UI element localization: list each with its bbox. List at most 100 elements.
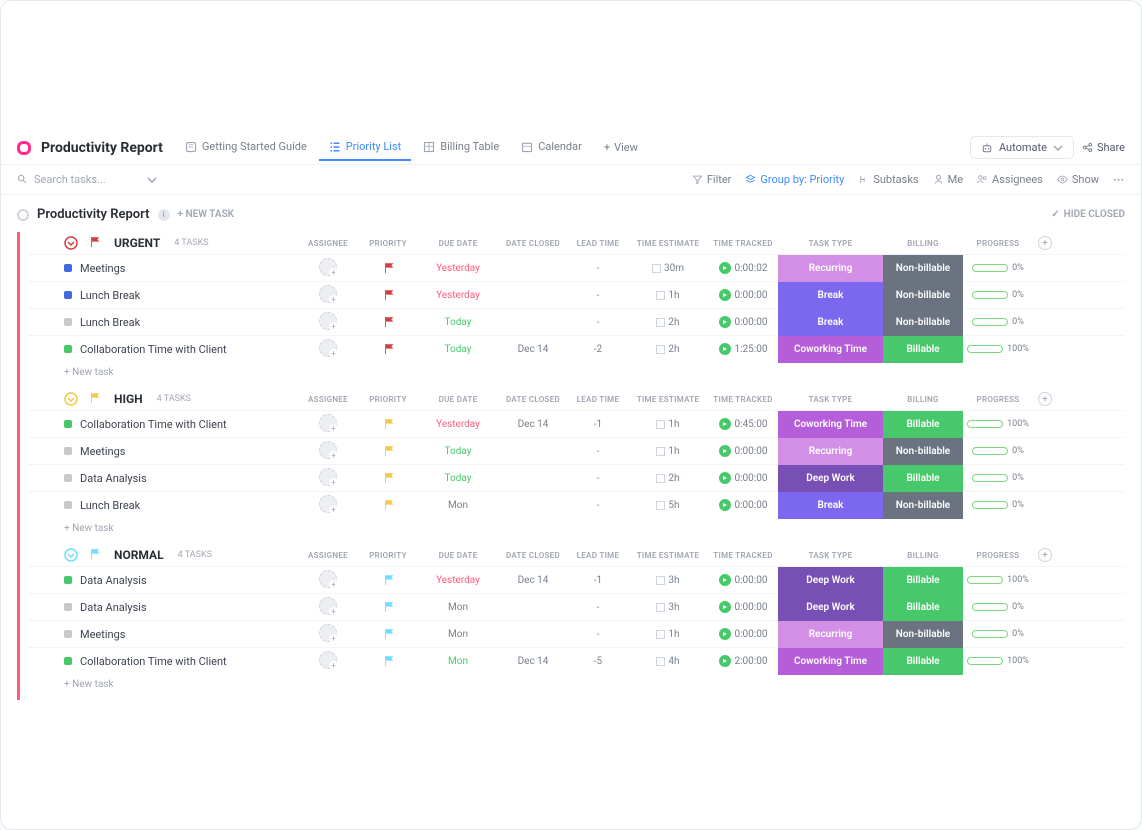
task-name[interactable]: Lunch Break [80,289,140,302]
tasktype-cell[interactable]: Deep Work [778,567,883,594]
task-row[interactable]: Data Analysis Yesterday Dec 14 -1 3h 0:0… [28,566,1125,593]
hide-closed-button[interactable]: ✓ HIDE CLOSED [1051,209,1125,220]
plus-circle-icon[interactable]: + [1038,548,1052,562]
col-dateclosed[interactable]: DATE CLOSED [498,551,568,560]
tracked-cell[interactable]: 0:00:00 [708,445,778,457]
add-assignee-icon[interactable] [319,258,337,276]
add-assignee-icon[interactable] [319,468,337,486]
estimate-cell[interactable]: 5h [628,500,708,511]
more-icon[interactable]: ⋯ [1113,173,1125,186]
assignee-cell[interactable] [298,414,358,435]
progress-cell[interactable]: 0% [963,500,1033,510]
group-by-button[interactable]: Group by: Priority [745,173,844,186]
task-name[interactable]: Meetings [80,628,125,641]
col-tasktype[interactable]: TASK TYPE [778,551,883,560]
progress-cell[interactable]: 0% [963,629,1033,639]
progress-cell[interactable]: 0% [963,263,1033,273]
show-button[interactable]: Show [1057,173,1099,186]
duedate-cell[interactable]: Yesterday [418,290,498,301]
add-assignee-icon[interactable] [319,339,337,357]
tasktype-cell[interactable]: Recurring [778,438,883,465]
tab-calendar[interactable]: Calendar [511,134,592,161]
add-assignee-icon[interactable] [319,285,337,303]
task-row[interactable]: Meetings Yesterday - 30m 0:00:02 Recurri… [28,254,1125,281]
billing-cell[interactable]: Non-billable [883,438,963,465]
priority-cell[interactable] [358,316,418,329]
collapse-icon[interactable] [64,548,78,562]
tasktype-cell[interactable]: Deep Work [778,594,883,621]
new-task-row[interactable]: + New task [28,362,1125,388]
task-name[interactable]: Collaboration Time with Client [80,418,227,431]
col-tasktype[interactable]: TASK TYPE [778,239,883,248]
add-column[interactable]: + [1033,392,1057,406]
priority-cell[interactable] [358,655,418,668]
task-row[interactable]: Lunch Break Today - 2h 0:00:00 Break Non… [28,308,1125,335]
new-task-row[interactable]: + New task [28,674,1125,700]
progress-cell[interactable]: 0% [963,446,1033,456]
task-name[interactable]: Data Analysis [80,574,147,587]
col-billing[interactable]: BILLING [883,551,963,560]
billing-cell[interactable]: Billable [883,648,963,675]
tasktype-cell[interactable]: Break [778,282,883,309]
add-column[interactable]: + [1033,548,1057,562]
priority-cell[interactable] [358,262,418,275]
billing-cell[interactable]: Non-billable [883,282,963,309]
duedate-cell[interactable]: Today [418,317,498,328]
assignee-cell[interactable] [298,468,358,489]
priority-cell[interactable] [358,445,418,458]
filter-button[interactable]: Filter [692,173,732,186]
plus-circle-icon[interactable]: + [1038,236,1052,250]
status-square[interactable] [64,447,72,455]
play-icon[interactable] [719,262,731,274]
tasktype-cell[interactable]: Recurring [778,621,883,648]
col-billing[interactable]: BILLING [883,395,963,404]
add-assignee-icon[interactable] [319,597,337,615]
progress-cell[interactable]: 100% [963,344,1033,354]
task-name[interactable]: Collaboration Time with Client [80,655,227,668]
col-dateclosed[interactable]: DATE CLOSED [498,239,568,248]
tracked-cell[interactable]: 2:00:00 [708,655,778,667]
duedate-cell[interactable]: Mon [418,656,498,667]
new-task-row[interactable]: + New task [28,518,1125,544]
task-name[interactable]: Meetings [80,445,125,458]
priority-cell[interactable] [358,601,418,614]
status-square[interactable] [64,291,72,299]
status-square[interactable] [64,420,72,428]
progress-cell[interactable]: 0% [963,473,1033,483]
estimate-cell[interactable]: 1h [628,629,708,640]
task-row[interactable]: Data Analysis Mon - 3h 0:00:00 Deep Work… [28,593,1125,620]
duedate-cell[interactable]: Mon [418,500,498,511]
tracked-cell[interactable]: 0:00:02 [708,262,778,274]
col-leadtime[interactable]: LEAD TIME [568,551,628,560]
priority-cell[interactable] [358,472,418,485]
assignee-cell[interactable] [298,339,358,360]
tasktype-cell[interactable]: Coworking Time [778,648,883,675]
col-progress[interactable]: PROGRESS [963,395,1033,404]
task-row[interactable]: Lunch Break Yesterday - 1h 0:00:00 Break… [28,281,1125,308]
billing-cell[interactable]: Non-billable [883,255,963,282]
task-name[interactable]: Data Analysis [80,472,147,485]
status-square[interactable] [64,603,72,611]
estimate-cell[interactable]: 30m [628,263,708,274]
estimate-cell[interactable]: 1h [628,446,708,457]
automate-button[interactable]: Automate [970,136,1074,159]
collapse-icon[interactable] [64,236,78,250]
assignee-cell[interactable] [298,495,358,516]
assignee-cell[interactable] [298,570,358,591]
duedate-cell[interactable]: Yesterday [418,263,498,274]
duedate-cell[interactable]: Mon [418,602,498,613]
assignee-cell[interactable] [298,258,358,279]
task-row[interactable]: Collaboration Time with Client Yesterday… [28,410,1125,437]
status-square[interactable] [64,576,72,584]
assignee-cell[interactable] [298,597,358,618]
tracked-cell[interactable]: 0:00:00 [708,574,778,586]
col-tracked[interactable]: TIME TRACKED [708,395,778,404]
status-square[interactable] [64,501,72,509]
col-dateclosed[interactable]: DATE CLOSED [498,395,568,404]
play-icon[interactable] [719,655,731,667]
status-square[interactable] [64,264,72,272]
tracked-cell[interactable]: 0:00:00 [708,472,778,484]
status-square[interactable] [64,474,72,482]
col-estimate[interactable]: TIME ESTIMATE [628,551,708,560]
play-icon[interactable] [719,343,731,355]
